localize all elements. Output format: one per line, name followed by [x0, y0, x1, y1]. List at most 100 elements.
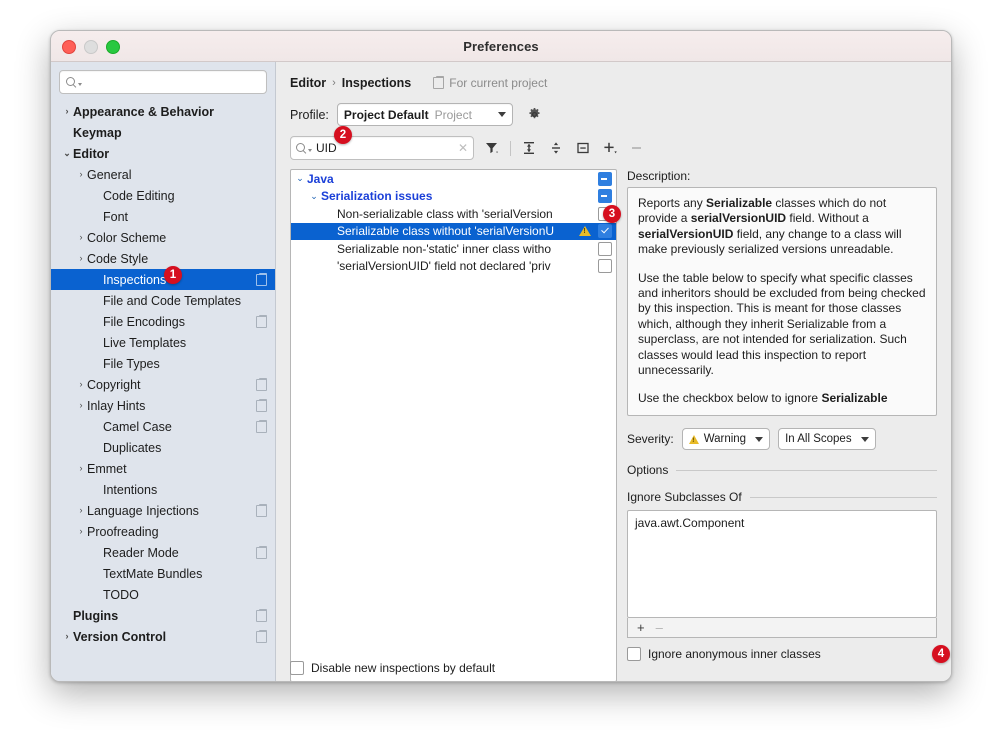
scope-select[interactable]: In All Scopes [778, 428, 875, 450]
sidebar-item-label: Inlay Hints [87, 399, 250, 413]
chevron-down-icon[interactable]: ⌄ [61, 149, 73, 158]
inspection-enabled-checkbox[interactable] [598, 172, 612, 186]
copy-settings-icon[interactable] [256, 610, 267, 622]
gear-icon[interactable] [527, 107, 542, 122]
sidebar-item-language-injections[interactable]: ›Language Injections [51, 500, 275, 521]
sidebar-item-intentions[interactable]: ›Intentions [51, 479, 275, 500]
chevron-right-icon[interactable]: › [75, 464, 87, 473]
remove-icon[interactable] [628, 139, 646, 157]
chevron-right-icon[interactable]: › [75, 527, 87, 536]
chevron-right-icon[interactable]: › [75, 506, 87, 515]
sidebar-item-font[interactable]: ›Font [51, 206, 275, 227]
sidebar-item-appearance-behavior[interactable]: ›Appearance & Behavior [51, 101, 275, 122]
sidebar-search-input[interactable] [59, 70, 267, 94]
copy-settings-icon[interactable] [256, 631, 267, 643]
sidebar-item-camel-case[interactable]: ›Camel Case [51, 416, 275, 437]
sidebar-item-label: General [87, 168, 267, 182]
breadcrumb-current: Inspections [342, 76, 411, 90]
remove-subclass-button[interactable]: – [656, 621, 663, 634]
inspection-item-row[interactable]: 'serialVersionUID' field not declared 'p… [291, 258, 616, 276]
chevron-right-icon[interactable]: › [75, 401, 87, 410]
sidebar-item-inspections[interactable]: ›Inspections [51, 269, 275, 290]
copy-settings-icon[interactable] [256, 547, 267, 559]
profile-select[interactable]: Project Default Project [337, 103, 513, 126]
copy-settings-icon[interactable] [256, 316, 267, 328]
sidebar-item-emmet[interactable]: ›Emmet [51, 458, 275, 479]
inspection-enabled-checkbox[interactable] [598, 242, 612, 256]
filter-icon[interactable] [483, 139, 501, 157]
copy-settings-icon[interactable] [256, 400, 267, 412]
inspection-filter-row: UID ✕ [290, 136, 937, 160]
minimize-window-icon[interactable] [84, 40, 98, 54]
sidebar-item-proofreading[interactable]: ›Proofreading [51, 521, 275, 542]
sidebar-item-inlay-hints[interactable]: ›Inlay Hints [51, 395, 275, 416]
inspection-search-input[interactable]: UID ✕ [290, 136, 474, 160]
search-icon [66, 77, 77, 88]
disable-new-inspections-label: Disable new inspections by default [311, 661, 495, 675]
inspection-item-row[interactable]: Serializable non-'static' inner class wi… [291, 240, 616, 258]
ignore-list-toolbar: + – [627, 618, 937, 638]
chevron-down-icon[interactable]: ⌄ [293, 173, 307, 184]
sidebar-tree: ›Appearance & Behavior›Keymap⌄Editor›Gen… [51, 100, 275, 682]
close-window-icon[interactable] [62, 40, 76, 54]
clear-search-icon[interactable]: ✕ [458, 142, 468, 154]
sidebar-item-code-editing[interactable]: ›Code Editing [51, 185, 275, 206]
add-icon[interactable] [601, 139, 619, 157]
inspection-item-row[interactable]: Non-serializable class with 'serialVersi… [291, 205, 616, 223]
sidebar-item-todo[interactable]: ›TODO [51, 584, 275, 605]
sidebar-item-editor[interactable]: ⌄Editor [51, 143, 275, 164]
group-box-icon[interactable] [574, 139, 592, 157]
sidebar-item-copyright[interactable]: ›Copyright [51, 374, 275, 395]
sidebar-item-live-templates[interactable]: ›Live Templates [51, 332, 275, 353]
sidebar-item-duplicates[interactable]: ›Duplicates [51, 437, 275, 458]
list-item[interactable]: java.awt.Component [635, 516, 929, 530]
inspection-item-row[interactable]: Serializable class without 'serialVersio… [291, 223, 616, 241]
breadcrumb-parent[interactable]: Editor [290, 76, 326, 90]
ignore-anonymous-row[interactable]: Ignore anonymous inner classes [627, 647, 937, 661]
profile-value: Project Default [344, 108, 429, 122]
inspection-group-row[interactable]: ⌄Serialization issues [291, 188, 616, 206]
inspection-enabled-checkbox[interactable] [598, 189, 612, 203]
add-subclass-button[interactable]: + [637, 621, 645, 634]
zoom-window-icon[interactable] [106, 40, 120, 54]
disable-new-inspections-checkbox[interactable] [290, 661, 304, 675]
search-icon [296, 143, 307, 154]
sidebar-item-color-scheme[interactable]: ›Color Scheme [51, 227, 275, 248]
ignore-anonymous-checkbox[interactable] [627, 647, 641, 661]
collapse-all-icon[interactable] [547, 139, 565, 157]
sidebar-item-code-style[interactable]: ›Code Style [51, 248, 275, 269]
sidebar-item-label: File and Code Templates [103, 294, 267, 308]
ignore-subclasses-header: Ignore Subclasses Of [627, 490, 937, 504]
sidebar-item-plugins[interactable]: ›Plugins [51, 605, 275, 626]
copy-settings-icon[interactable] [256, 274, 267, 286]
sidebar-item-textmate-bundles[interactable]: ›TextMate Bundles [51, 563, 275, 584]
chevron-right-icon[interactable]: › [61, 107, 73, 116]
chevron-right-icon[interactable]: › [75, 170, 87, 179]
chevron-right-icon[interactable]: › [75, 380, 87, 389]
sidebar-item-version-control[interactable]: ›Version Control [51, 626, 275, 647]
ignore-subclasses-list[interactable]: java.awt.Component [627, 510, 937, 618]
copy-settings-icon[interactable] [256, 379, 267, 391]
copy-settings-icon[interactable] [256, 505, 267, 517]
ignore-anonymous-label: Ignore anonymous inner classes [648, 647, 821, 661]
expand-all-icon[interactable] [520, 139, 538, 157]
inspection-enabled-checkbox[interactable] [598, 259, 612, 273]
inspection-group-row[interactable]: ⌄Java [291, 170, 616, 188]
severity-select[interactable]: Warning [682, 428, 770, 450]
sidebar-item-file-types[interactable]: ›File Types [51, 353, 275, 374]
traffic-lights[interactable] [62, 40, 120, 54]
chevron-down-icon[interactable]: ⌄ [307, 191, 321, 202]
sidebar-item-reader-mode[interactable]: ›Reader Mode [51, 542, 275, 563]
copy-settings-icon[interactable] [256, 421, 267, 433]
inspection-label: Serializable class without 'serialVersio… [337, 224, 579, 238]
sidebar-item-keymap[interactable]: ›Keymap [51, 122, 275, 143]
inspection-tree[interactable]: ⌄Java⌄Serialization issuesNon-serializab… [290, 169, 617, 682]
sidebar-item-file-encodings[interactable]: ›File Encodings [51, 311, 275, 332]
chevron-right-icon[interactable]: › [75, 254, 87, 263]
chevron-right-icon[interactable]: › [75, 233, 87, 242]
sidebar-item-general[interactable]: ›General [51, 164, 275, 185]
chevron-right-icon[interactable]: › [61, 632, 73, 641]
sidebar-item-file-and-code-templates[interactable]: ›File and Code Templates [51, 290, 275, 311]
inspection-enabled-checkbox[interactable] [598, 224, 612, 238]
disable-new-inspections-row[interactable]: Disable new inspections by default [290, 661, 495, 675]
